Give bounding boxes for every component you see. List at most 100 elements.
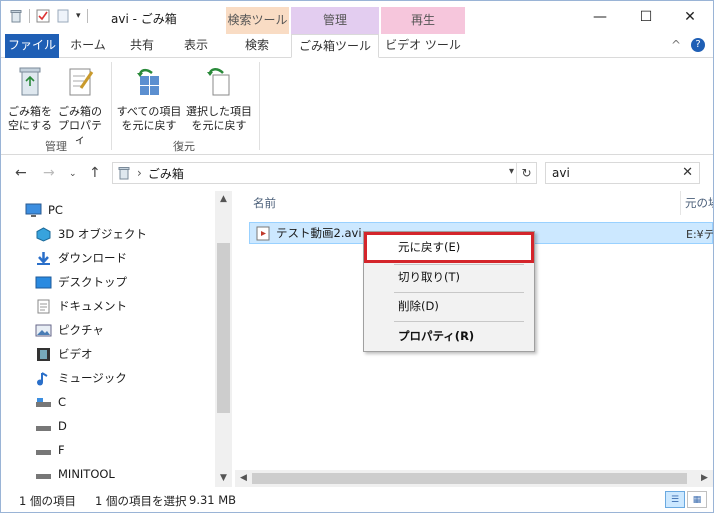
nav-label: ビデオ	[58, 347, 93, 361]
column-header-original-location[interactable]: 元の場	[685, 195, 713, 211]
details-view-icon[interactable]: ☰	[665, 491, 685, 508]
tab-search[interactable]: 検索	[229, 34, 285, 58]
nav-label: F	[58, 443, 65, 457]
clear-search-icon[interactable]: ✕	[682, 165, 693, 180]
column-header-name[interactable]: 名前	[253, 195, 276, 211]
empty-recycle-bin-label-1: ごみ箱を	[8, 105, 52, 118]
menu-separator	[394, 292, 524, 293]
restore-selected-button[interactable]: 選択した項目 を元に戻す	[185, 64, 253, 133]
collapse-ribbon-icon[interactable]: ^	[671, 38, 681, 52]
drive-icon	[36, 425, 51, 431]
recycle-bin-properties-button[interactable]: ごみ箱の プロパティ	[55, 64, 105, 147]
new-folder-icon[interactable]	[56, 9, 70, 23]
group-label-restore: 復元	[173, 140, 195, 153]
restore-selected-icon	[207, 68, 230, 96]
breadcrumb-separator[interactable]: ›	[137, 166, 142, 180]
help-icon[interactable]: ?	[691, 38, 705, 52]
nav-item-minitool[interactable]: MINITOOL	[35, 463, 115, 485]
nav-item-3d-objects[interactable]: 3D オブジェクト	[35, 223, 147, 245]
restore-all-icon	[137, 68, 159, 95]
drive-c-icon	[36, 397, 51, 407]
address-bar[interactable]: › ごみ箱 ▾ ↻	[112, 162, 537, 184]
empty-recycle-bin-label-2: 空にする	[7, 119, 53, 132]
back-arrow-icon[interactable]: ←	[15, 165, 27, 181]
documents-icon	[37, 299, 50, 313]
large-icons-view-icon[interactable]: ▦	[687, 491, 707, 508]
nav-item-pictures[interactable]: ピクチャ	[35, 319, 104, 341]
qat-separator	[29, 9, 30, 23]
recent-chevron-icon[interactable]: ⌄	[69, 169, 77, 179]
refresh-icon[interactable]: ↻	[516, 163, 536, 183]
up-arrow-icon[interactable]: ↑	[89, 165, 101, 181]
tab-file[interactable]: ファイル	[5, 34, 59, 58]
window-title: avi - ごみ箱	[111, 12, 177, 26]
minimize-button[interactable]: —	[577, 1, 623, 33]
forward-arrow-icon[interactable]: →	[43, 165, 55, 181]
nav-label: ドキュメント	[58, 299, 127, 313]
nav-item-drive-f[interactable]: F	[35, 439, 65, 461]
address-row: ← → ⌄ ↑ › ごみ箱 ▾ ↻ avi ✕	[1, 157, 713, 189]
horizontal-scroll-thumb[interactable]	[252, 473, 687, 484]
tab-home[interactable]: ホーム	[63, 34, 113, 58]
menu-separator	[394, 321, 524, 322]
nav-label: ミュージック	[58, 371, 127, 385]
nav-item-desktop[interactable]: デスクトップ	[35, 271, 127, 293]
download-icon	[37, 251, 50, 265]
nav-label: D	[58, 419, 67, 433]
qat-dropdown-icon[interactable]: ▾	[76, 11, 81, 21]
nav-item-videos[interactable]: ビデオ	[35, 343, 93, 365]
menu-item-properties[interactable]: プロパティ(R)	[366, 325, 532, 347]
nav-item-drive-d[interactable]: D	[35, 415, 67, 437]
menu-item-restore[interactable]: 元に戻す(E)	[366, 236, 532, 258]
tab-recycle-bin-tools[interactable]: ごみ箱ツール	[291, 34, 379, 58]
nav-item-drive-c[interactable]: C	[35, 391, 66, 413]
navigation-pane: PC 3D オブジェクト ダウンロード デスクトップ ドキュメント ピクチャ ビ…	[1, 191, 233, 487]
scroll-down-icon[interactable]: ▼	[215, 470, 232, 487]
restore-all-label-2: を元に戻す	[121, 119, 177, 132]
ribbon-tabs: ファイル ホーム 共有 表示 検索 ごみ箱ツール ビデオ ツール ^ ?	[1, 34, 713, 58]
scroll-up-icon[interactable]: ▲	[215, 191, 232, 208]
restore-selected-label-2: を元に戻す	[191, 119, 247, 132]
ribbon-right-controls: ^ ?	[671, 38, 705, 52]
nav-label: ピクチャ	[58, 323, 104, 337]
restore-selected-label-1: 選択した項目	[186, 105, 252, 118]
properties-check-icon[interactable]	[36, 9, 50, 23]
menu-item-cut[interactable]: 切り取り(T)	[366, 266, 532, 288]
column-separator[interactable]	[680, 191, 681, 215]
empty-recycle-bin-icon	[19, 67, 41, 96]
tab-view[interactable]: 表示	[171, 34, 221, 58]
scroll-right-icon[interactable]: ▶	[696, 470, 713, 487]
desktop-icon	[35, 276, 52, 288]
status-selected: 1 個の項目を選択	[95, 494, 187, 508]
menu-item-delete[interactable]: 削除(D)	[366, 295, 532, 317]
address-dropdown-icon[interactable]: ▾	[509, 166, 514, 177]
properties-label-1: ごみ箱の	[58, 105, 102, 118]
nav-label: ダウンロード	[58, 251, 127, 265]
tab-share[interactable]: 共有	[117, 34, 167, 58]
nav-item-downloads[interactable]: ダウンロード	[35, 247, 127, 269]
menu-separator	[394, 264, 524, 265]
search-input[interactable]: avi ✕	[545, 162, 700, 184]
nav-item-music[interactable]: ミュージック	[35, 367, 127, 389]
nav-label: C	[58, 395, 67, 409]
empty-recycle-bin-button[interactable]: ごみ箱を 空にする	[7, 64, 53, 133]
drive-icon	[36, 473, 51, 479]
scroll-thumb[interactable]	[217, 243, 230, 413]
properties-icon	[69, 68, 94, 96]
horizontal-scrollbar[interactable]: ◀ ▶	[235, 470, 713, 487]
nav-label: 3D オブジェクト	[58, 227, 147, 241]
quick-access-toolbar: ▾	[9, 9, 88, 23]
nav-item-pc[interactable]: PC	[25, 199, 63, 221]
nav-vertical-scrollbar[interactable]: ▲ ▼	[215, 191, 232, 487]
pictures-icon	[35, 324, 52, 336]
maximize-button[interactable]: ☐	[623, 1, 669, 33]
restore-all-button[interactable]: すべての項目 を元に戻す	[115, 64, 183, 133]
close-button[interactable]: ✕	[667, 1, 713, 33]
breadcrumb-recycle-bin[interactable]: ごみ箱	[148, 165, 184, 182]
nav-item-documents[interactable]: ドキュメント	[35, 295, 127, 317]
explorer-window: ▾ avi - ごみ箱 検索ツール 管理 再生 — ☐ ✕ ファイル ホーム 共…	[0, 0, 714, 513]
tab-video-tools[interactable]: ビデオ ツール	[383, 34, 463, 58]
file-name: テスト動画2.avi	[276, 226, 362, 240]
scroll-left-icon[interactable]: ◀	[235, 470, 252, 487]
recycle-bin-small-icon[interactable]	[9, 9, 23, 23]
